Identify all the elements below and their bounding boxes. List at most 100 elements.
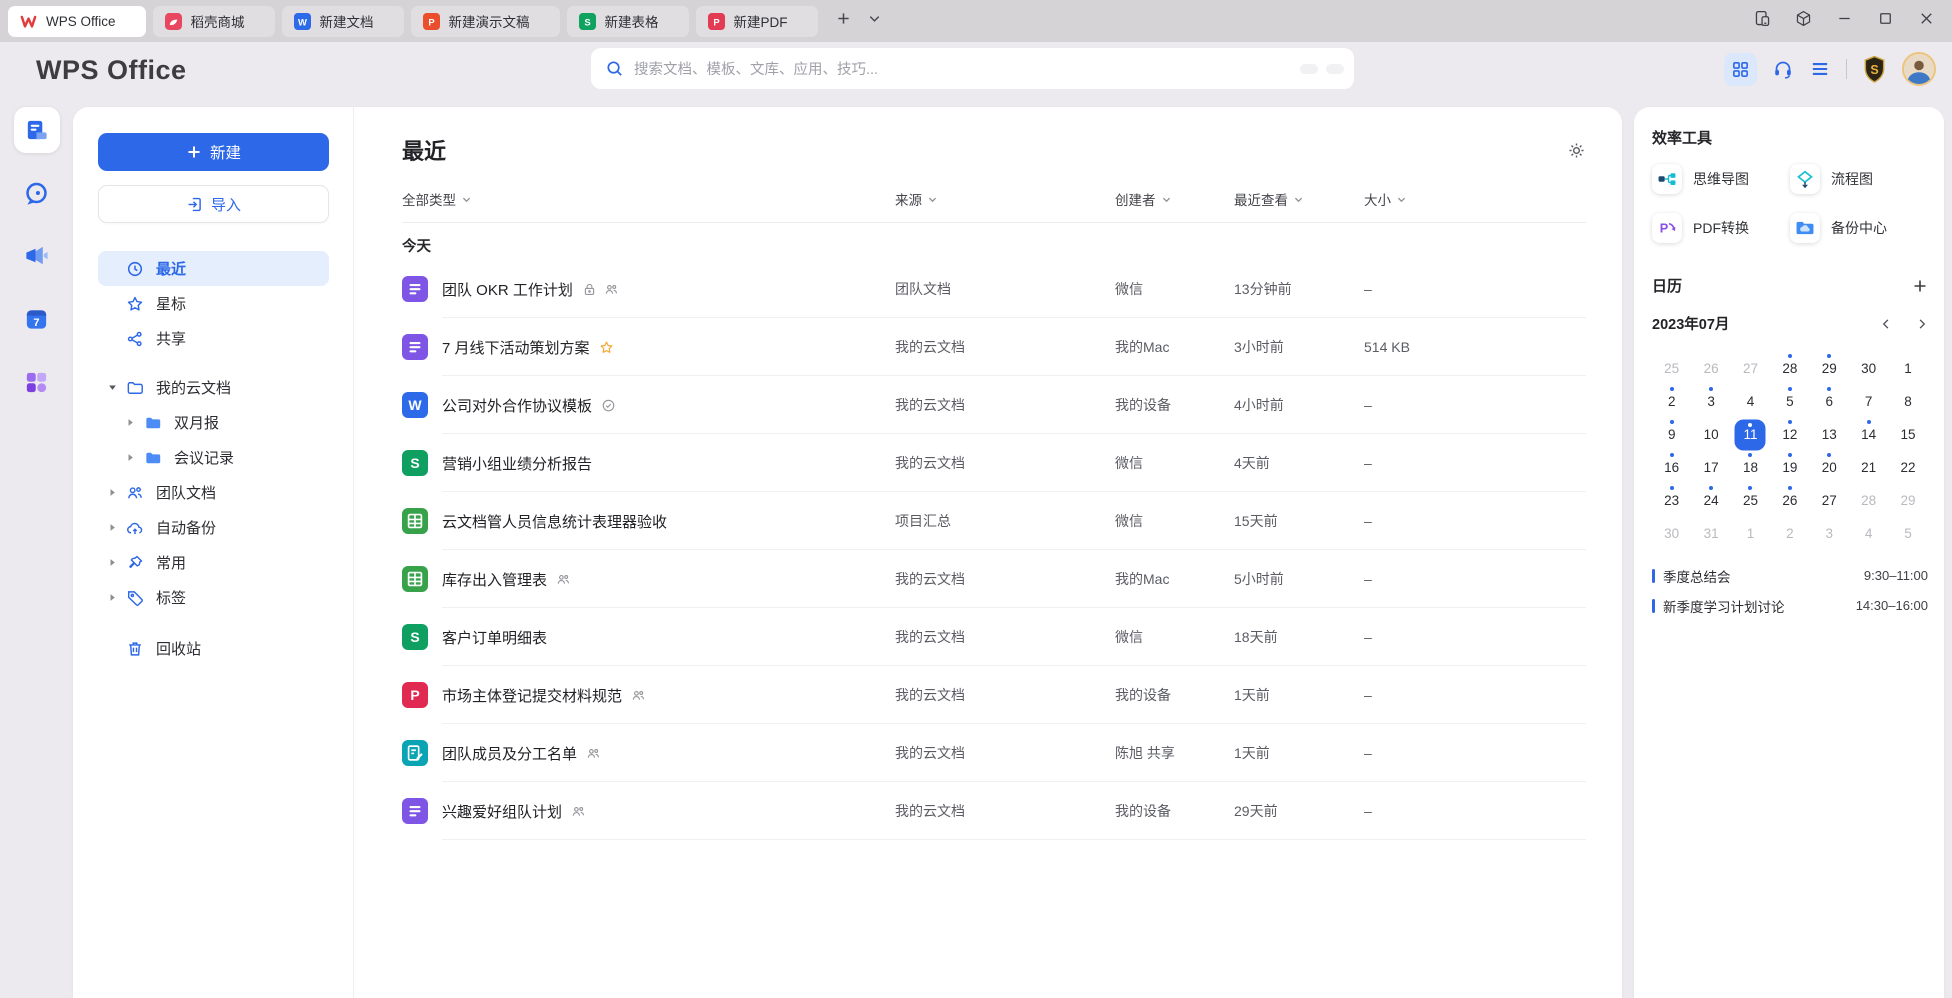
calendar-day[interactable]: 5 (1888, 517, 1927, 550)
calendar-day[interactable]: 26 (1691, 352, 1730, 385)
file-row[interactable]: S 客户订单明细表 我的云文档 微信 18天前 – (402, 608, 1586, 666)
caret-right-icon[interactable] (106, 558, 118, 567)
minimize-button[interactable] (1835, 9, 1854, 33)
tool-item[interactable]: 思维导图 (1652, 164, 1790, 194)
sidebar-nav-item[interactable]: 最近 (98, 251, 329, 286)
calendar-day[interactable]: 6 (1810, 385, 1849, 418)
calendar-day[interactable]: 31 (1691, 517, 1730, 550)
window-tab[interactable]: WPS Office (8, 6, 146, 37)
file-row[interactable]: 7 月线下活动策划方案 我的云文档 我的Mac 3小时前 514 KB (402, 318, 1586, 376)
calendar-day[interactable]: 3 (1691, 385, 1730, 418)
calendar-event[interactable]: 季度总结会 9:30–11:00 (1652, 564, 1928, 587)
caret-right-icon[interactable] (124, 418, 136, 427)
window-tab[interactable]: 稻壳商城 (153, 6, 275, 37)
headset-support-icon[interactable] (1772, 58, 1794, 80)
calendar-day[interactable]: 11 (1731, 418, 1770, 451)
calendar-day[interactable]: 12 (1770, 418, 1809, 451)
rail-app-item[interactable] (14, 359, 60, 405)
file-row[interactable]: 云文档管人员信息统计表理器验收 项目汇总 微信 15天前 – (402, 492, 1586, 550)
settings-gear-icon[interactable] (1567, 141, 1586, 160)
calendar-day[interactable]: 30 (1652, 517, 1691, 550)
file-row[interactable]: 库存出入管理表 我的云文档 我的Mac 5小时前 – (402, 550, 1586, 608)
calendar-day[interactable]: 14 (1849, 418, 1888, 451)
calendar-day[interactable]: 27 (1731, 352, 1770, 385)
caret-right-icon[interactable] (124, 453, 136, 462)
workspace-cube-icon[interactable] (1794, 9, 1813, 33)
calendar-day[interactable]: 16 (1652, 451, 1691, 484)
sidebar-nav-item[interactable]: 自动备份 (98, 510, 329, 545)
sidebar-nav-item[interactable]: 共享 (98, 321, 329, 356)
prev-month-button[interactable] (1880, 318, 1892, 330)
calendar-day[interactable]: 29 (1810, 352, 1849, 385)
caret-down-icon[interactable] (106, 383, 118, 392)
rail-app-item[interactable] (14, 170, 60, 216)
next-month-button[interactable] (1916, 318, 1928, 330)
calendar-day[interactable]: 10 (1691, 418, 1730, 451)
sidebar-nav-item[interactable]: 会议记录 (98, 440, 329, 475)
calendar-day[interactable]: 28 (1849, 484, 1888, 517)
calendar-day[interactable]: 13 (1810, 418, 1849, 451)
avatar[interactable] (1902, 52, 1936, 86)
tool-item[interactable]: 流程图 (1790, 164, 1928, 194)
sidebar-nav-item[interactable]: 回收站 (98, 631, 329, 666)
sidebar-nav-item[interactable]: 标签 (98, 580, 329, 615)
mobile-companion-icon[interactable] (1753, 9, 1772, 33)
calendar-day[interactable]: 19 (1770, 451, 1809, 484)
caret-right-icon[interactable] (106, 523, 118, 532)
tool-item[interactable]: 备份中心 (1790, 213, 1928, 243)
calendar-day[interactable]: 23 (1652, 484, 1691, 517)
calendar-day[interactable]: 22 (1888, 451, 1927, 484)
filter-dropdown[interactable]: 最近查看 (1234, 189, 1304, 209)
calendar-day[interactable]: 5 (1770, 385, 1809, 418)
search-bar[interactable]: 搜索文档、模板、文库、应用、技巧... (591, 48, 1354, 89)
calendar-event[interactable]: 新季度学习计划讨论 14:30–16:00 (1652, 594, 1928, 617)
calendar-day[interactable]: 18 (1731, 451, 1770, 484)
tool-item[interactable]: P PDF转换 (1652, 213, 1790, 243)
filter-dropdown[interactable]: 来源 (895, 189, 938, 209)
calendar-day[interactable]: 25 (1731, 484, 1770, 517)
calendar-day[interactable]: 15 (1888, 418, 1927, 451)
calendar-day[interactable]: 28 (1770, 352, 1809, 385)
calendar-day[interactable]: 9 (1652, 418, 1691, 451)
file-row[interactable]: W 公司对外合作协议模板 我的云文档 我的设备 4小时前 – (402, 376, 1586, 434)
file-row[interactable]: 团队成员及分工名单 我的云文档 陈旭 共享 1天前 – (402, 724, 1586, 782)
calendar-day[interactable]: 1 (1888, 352, 1927, 385)
calendar-day[interactable]: 20 (1810, 451, 1849, 484)
membership-badge-icon[interactable]: S (1862, 55, 1887, 84)
calendar-day[interactable]: 26 (1770, 484, 1809, 517)
calendar-day[interactable]: 7 (1849, 385, 1888, 418)
filter-dropdown[interactable]: 全部类型 (402, 189, 472, 209)
sidebar-nav-item[interactable]: 双月报 (98, 405, 329, 440)
file-row[interactable]: 团队 OKR 工作计划 团队文档 微信 13分钟前 – (402, 260, 1586, 318)
calendar-day[interactable]: 24 (1691, 484, 1730, 517)
close-button[interactable] (1917, 9, 1936, 33)
filter-dropdown[interactable]: 创建者 (1115, 189, 1172, 209)
calendar-day[interactable]: 29 (1888, 484, 1927, 517)
rail-app-item[interactable]: 7 (14, 296, 60, 342)
calendar-day[interactable]: 4 (1731, 385, 1770, 418)
add-event-button[interactable] (1912, 278, 1928, 294)
calendar-day[interactable]: 3 (1810, 517, 1849, 550)
search-suggestion-tag[interactable] (1300, 64, 1318, 74)
caret-right-icon[interactable] (106, 593, 118, 602)
calendar-day[interactable]: 27 (1810, 484, 1849, 517)
calendar-day[interactable]: 8 (1888, 385, 1927, 418)
calendar-day[interactable]: 25 (1652, 352, 1691, 385)
calendar-day[interactable]: 4 (1849, 517, 1888, 550)
caret-right-icon[interactable] (106, 488, 118, 497)
calendar-day[interactable]: 2 (1770, 517, 1809, 550)
rail-app-item[interactable] (14, 107, 60, 153)
file-row[interactable]: S 营销小组业绩分析报告 我的云文档 微信 4天前 – (402, 434, 1586, 492)
calendar-day[interactable]: 17 (1691, 451, 1730, 484)
window-tab[interactable]: P 新建演示文稿 (411, 6, 560, 37)
calendar-day[interactable]: 21 (1849, 451, 1888, 484)
calendar-day[interactable]: 2 (1652, 385, 1691, 418)
new-tab-button[interactable] (836, 11, 851, 31)
calendar-day[interactable]: 1 (1731, 517, 1770, 550)
rail-app-item[interactable] (14, 233, 60, 279)
new-document-button[interactable]: 新建 (98, 133, 329, 171)
sidebar-nav-item[interactable]: 常用 (98, 545, 329, 580)
file-row[interactable]: P 市场主体登记提交材料规范 我的云文档 我的设备 1天前 – (402, 666, 1586, 724)
calendar-day[interactable]: 30 (1849, 352, 1888, 385)
sidebar-nav-item[interactable]: 星标 (98, 286, 329, 321)
